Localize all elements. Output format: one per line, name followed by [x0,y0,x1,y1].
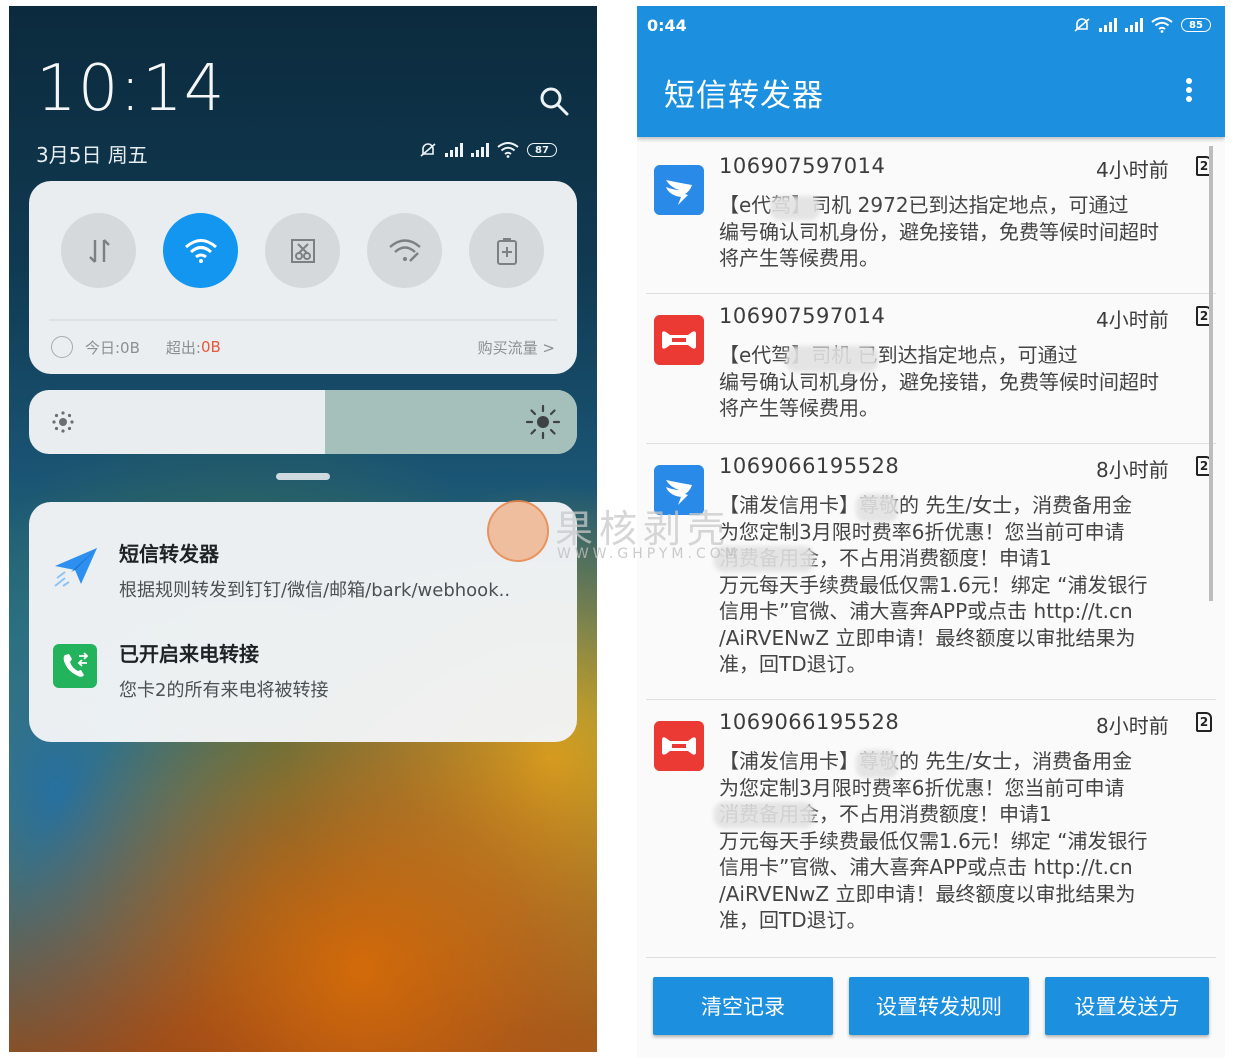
battery-icon: 87 [527,143,557,157]
brightness-low-icon [52,411,74,433]
scrollbar[interactable] [1209,146,1213,601]
mute-bell-icon [1074,18,1090,32]
battery-saver-toggle[interactable] [469,213,544,288]
drag-handle[interactable] [276,473,330,480]
message-time: 4小时前 [1096,158,1169,182]
status-bar: 85 [1073,16,1211,34]
app-bar: 0:44 85 短信转发器 [637,6,1225,137]
signal-icon [1099,18,1117,32]
dingtalk-icon [654,165,704,215]
sender-number: 1069066195528 [719,454,900,478]
redaction-blur [856,750,898,778]
data-usage-row: 今日:0B 超出: 0B 购买流量 > [51,333,555,361]
overflow-menu-button[interactable] [1177,72,1201,108]
notification-shade-screen: 10:14 3月5日 周五 87 今日:0B 超出: 0B 购买流量 > 短信转… [9,6,597,1052]
message-time: 8小时前 [1096,458,1169,482]
date-label: 3月5日 周五 [36,143,148,167]
app-title: 短信转发器 [664,78,824,114]
wifi-icon [1151,17,1173,33]
search-icon[interactable] [539,86,569,116]
clock: 10:14 [36,52,226,126]
message-item[interactable]: 106907597014 4小时前 2 【e代驾】司机 已到达指定地点，可通过 … [646,294,1216,444]
action-buttons: 清空记录 设置转发规则 设置发送方 [653,977,1209,1035]
battery-icon: 85 [1181,18,1211,32]
message-time: 8小时前 [1096,714,1169,738]
sender-number: 106907597014 [719,154,886,178]
wecom-bone-icon [654,315,704,365]
status-bar: 87 [419,139,557,161]
notification-body: 根据规则转发到钉钉/微信/邮箱/bark/webhook.. [119,580,511,601]
buy-data-link[interactable]: 购买流量 > [478,337,555,358]
redaction-blur [714,802,814,828]
call-forward-icon [53,644,97,688]
exceed-usage-value: 0B [200,338,221,356]
message-body: 【浦发信用卡】尊敬的 先生/女士，消费备用金 为您定制3月限时费率6折优惠！您当… [719,493,1148,676]
wifi-share-toggle[interactable] [367,213,442,288]
screenshot-toggle[interactable] [265,213,340,288]
dingtalk-icon [654,465,704,515]
signal-icon [445,143,463,157]
sender-number: 106907597014 [719,304,886,328]
signal-icon [1125,18,1143,32]
signal-icon [471,143,489,157]
wifi-edit-icon [388,238,421,262]
notification-title: 短信转发器 [119,542,219,566]
message-body: 【浦发信用卡】尊敬的 先生/女士，消费备用金 为您定制3月限时费率6折优惠！您当… [719,749,1148,932]
status-time: 0:44 [647,16,687,35]
data-usage-ring-icon [51,336,73,358]
message-item[interactable]: 1069066195528 8小时前 2 【浦发信用卡】尊敬的 先生/女士，消费… [646,444,1216,700]
exceed-usage-label: 超出: [165,338,201,357]
notification-body: 您卡2的所有来电将被转接 [119,680,329,701]
wecom-bone-icon [654,721,704,771]
forward-rules-button[interactable]: 设置转发规则 [849,977,1029,1035]
wifi-icon [184,238,217,263]
sender-number: 1069066195528 [719,710,900,734]
notification-title: 已开启来电转接 [119,642,259,666]
notification-list: 短信转发器 根据规则转发到钉钉/微信/邮箱/bark/webhook.. 已开启… [29,502,577,742]
today-usage-label: 今日:0B [85,338,140,357]
sms-forwarder-screen: 0:44 85 短信转发器 106907597014 4小时前 2 2972已到… [637,6,1225,1058]
brightness-high-icon [525,404,561,440]
wifi-toggle[interactable] [163,213,238,288]
redaction-blur [786,346,878,372]
sim-card-icon: 2 [1196,712,1212,732]
sender-settings-button[interactable]: 设置发送方 [1045,977,1209,1035]
data-arrows-icon [88,238,110,263]
message-item[interactable]: 106907597014 4小时前 2 【e代驾】司机 2972已到达指定地点，… [646,144,1216,294]
mute-bell-icon [420,143,436,157]
mobile-data-toggle[interactable] [61,213,136,288]
battery-plus-icon [496,237,517,265]
divider [49,319,557,321]
clear-records-button[interactable]: 清空记录 [653,977,833,1035]
message-list[interactable]: 106907597014 4小时前 2 【e代驾】司机 2972已到达指定地点，… [637,144,1225,958]
paper-plane-icon [54,548,97,587]
redaction-blur [714,546,814,572]
quick-settings-panel: 今日:0B 超出: 0B 购买流量 > [29,181,577,374]
redaction-blur [770,196,820,220]
redaction-blur [856,494,898,522]
brightness-slider[interactable] [29,390,577,454]
scissors-icon [290,238,315,263]
wifi-icon [497,142,519,158]
message-item[interactable]: 1069066195528 8小时前 2 【浦发信用卡】尊敬的 先生/女士，消费… [646,700,1216,958]
message-time: 4小时前 [1096,308,1169,332]
